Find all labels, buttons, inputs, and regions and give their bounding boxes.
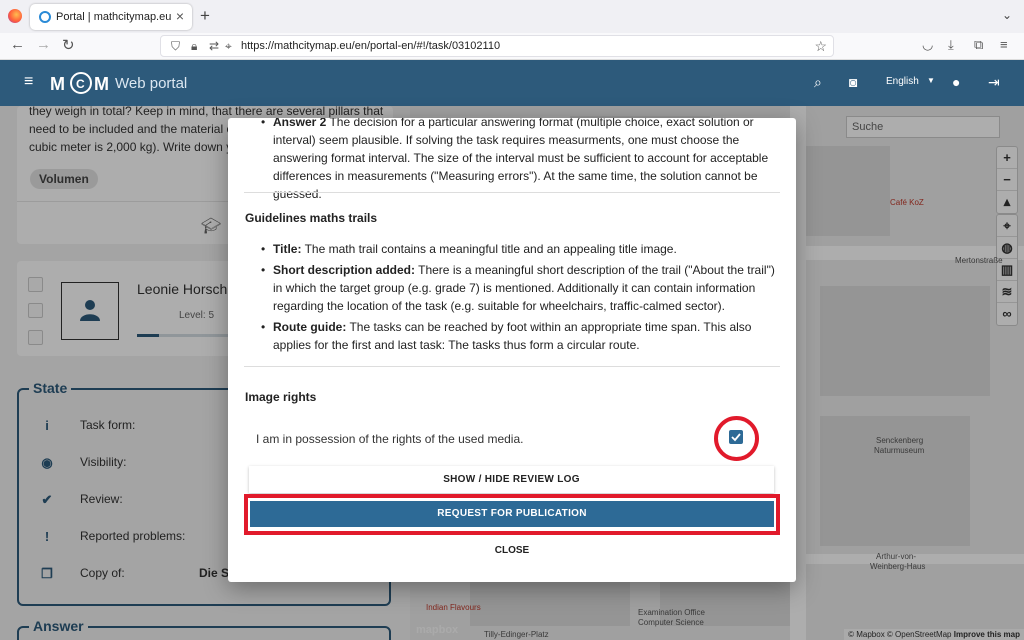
location-icon[interactable]: ⌖ xyxy=(225,39,232,54)
guideline-label: Title: xyxy=(273,242,302,256)
language-select[interactable]: English xyxy=(886,76,919,87)
menu-icon[interactable]: ≡ xyxy=(1000,37,1008,52)
pocket-icon[interactable]: ◡ xyxy=(922,37,933,53)
hamburger-menu-icon[interactable]: ≡ xyxy=(24,73,33,91)
lock-icon[interactable]: 🔒︎ xyxy=(191,39,197,54)
forward-icon[interactable]: → xyxy=(36,36,51,53)
camera-icon[interactable]: ◙ xyxy=(849,74,857,90)
checkmark-icon xyxy=(731,433,741,442)
guideline-item: Short description added: There is a mean… xyxy=(261,261,781,315)
guideline-item: Route guide: The tasks can be reached by… xyxy=(261,318,781,354)
close-button[interactable]: CLOSE xyxy=(486,542,538,560)
mcm-logo[interactable]: M C M xyxy=(50,70,114,96)
user-icon[interactable]: ● xyxy=(952,74,960,90)
new-tab-icon[interactable]: + xyxy=(200,6,210,26)
shield-icon[interactable]: ⛉ xyxy=(171,39,180,54)
browser-tab[interactable]: Portal | mathcitymap.eu × xyxy=(30,4,192,30)
guideline-text: The math trail contains a meaningful tit… xyxy=(301,242,677,256)
request-publication-button[interactable]: REQUEST FOR PUBLICATION xyxy=(250,501,774,527)
guideline-label: Route guide: xyxy=(273,320,347,334)
rights-checkbox[interactable] xyxy=(729,430,743,444)
extensions-icon[interactable]: ⧉ xyxy=(974,37,983,53)
chevron-down-icon[interactable]: ▼ xyxy=(927,76,935,85)
svg-text:M: M xyxy=(94,74,110,94)
logout-icon[interactable]: ⇥ xyxy=(988,74,1000,91)
search-icon[interactable]: ⌕ xyxy=(814,74,822,91)
guidelines-list: Title: The math trail contains a meaning… xyxy=(261,240,781,357)
svg-text:C: C xyxy=(76,77,86,91)
answer2-label: Answer 2 xyxy=(273,118,327,129)
bookmark-star-icon[interactable]: ☆ xyxy=(814,38,827,55)
reload-icon[interactable]: ↻ xyxy=(62,36,75,54)
divider xyxy=(244,366,780,367)
site-favicon-icon xyxy=(39,11,51,23)
browser-tab-bar: Portal | mathcitymap.eu × + ⌄ xyxy=(0,0,1024,33)
image-rights-title: Image rights xyxy=(245,390,317,404)
header-subtitle: Web portal xyxy=(115,75,188,92)
close-tab-icon[interactable]: × xyxy=(176,8,184,24)
url-text[interactable]: https://mathcitymap.eu/en/portal-en/#!/t… xyxy=(241,40,500,52)
downloads-icon[interactable]: ⤓ xyxy=(948,37,954,53)
answer2-item: Answer 2 The decision for a particular a… xyxy=(261,118,781,203)
permissions-icon[interactable]: ⇄ xyxy=(209,39,219,53)
divider xyxy=(244,192,780,193)
review-modal: Answer 2 The decision for a particular a… xyxy=(228,118,796,582)
browser-toolbar: ← → ↻ ⛉ 🔒︎ ⇄ ⌖ https://mathcitymap.eu/en… xyxy=(0,33,1024,60)
svg-text:M: M xyxy=(50,74,66,94)
guidelines-title: Guidelines maths trails xyxy=(245,211,378,225)
show-hide-review-log-button[interactable]: SHOW / HIDE REVIEW LOG xyxy=(249,466,774,493)
guideline-label: Short description added: xyxy=(273,263,416,277)
address-bar[interactable]: ⛉ 🔒︎ ⇄ ⌖ https://mathcitymap.eu/en/porta… xyxy=(160,35,834,57)
back-icon[interactable]: ← xyxy=(10,36,25,53)
rights-statement: I am in possession of the rights of the … xyxy=(256,432,524,446)
tab-title: Portal | mathcitymap.eu xyxy=(56,11,172,23)
app-header: ≡ M C M Web portal ⌕ ◙ English ▼ ● ⇥ xyxy=(0,60,1024,106)
firefox-icon xyxy=(8,9,22,23)
answer2-text: The decision for a particular answering … xyxy=(273,118,769,201)
tab-list-chevron-icon[interactable]: ⌄ xyxy=(1002,8,1012,22)
guideline-item: Title: The math trail contains a meaning… xyxy=(261,240,781,258)
